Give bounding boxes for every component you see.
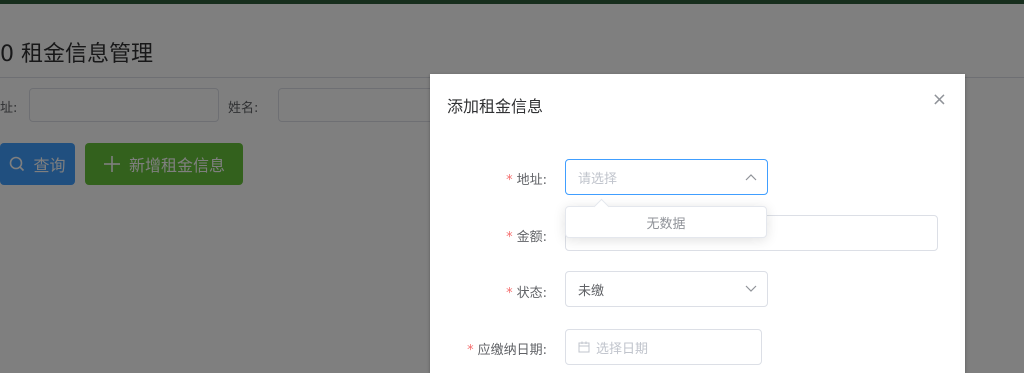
dropdown-empty-text: 无数据 xyxy=(646,216,686,232)
dialog-title: 添加租金信息 xyxy=(447,97,544,116)
close-icon[interactable]: × xyxy=(932,89,947,110)
dropdown-arrow xyxy=(593,198,610,215)
status-select[interactable]: 未缴 xyxy=(565,271,768,307)
status-label: * 状态: xyxy=(506,286,547,301)
due-date-label: * 应缴纳日期: xyxy=(467,343,547,358)
chevron-up-icon xyxy=(745,174,757,181)
chevron-down-icon xyxy=(745,285,757,292)
address-label: * 地址: xyxy=(506,173,547,188)
add-rent-dialog: 添加租金信息 × * 地址: 请选择 * 金额: * 状态: 未缴 * 应缴纳日期: 选 xyxy=(430,74,965,373)
address-placeholder: 请选择 xyxy=(578,171,618,187)
status-value: 未缴 xyxy=(578,283,605,299)
address-dropdown: 无数据 xyxy=(565,198,767,238)
required-mark: * xyxy=(506,173,513,188)
calendar-icon xyxy=(578,341,590,353)
due-date-picker[interactable]: 选择日期 xyxy=(565,329,762,365)
address-select[interactable]: 请选择 xyxy=(565,159,768,195)
due-date-placeholder: 选择日期 xyxy=(596,341,649,357)
amount-label: * 金额: xyxy=(506,230,547,245)
